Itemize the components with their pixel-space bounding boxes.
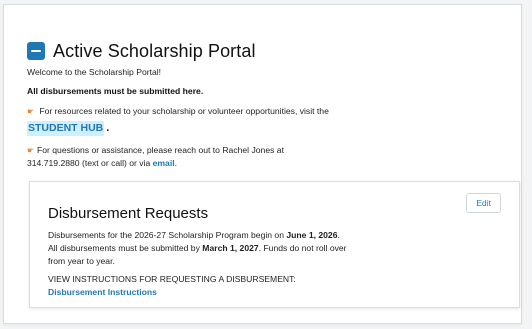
contact-text: For questions or assistance, please reac…	[37, 145, 284, 155]
collapse-minus-icon[interactable]	[27, 42, 45, 60]
scholarship-portal-card: Active Scholarship Portal Welcome to the…	[3, 4, 522, 324]
contact-period: .	[174, 158, 178, 168]
disbursement-description: Disbursements for the 2026-27 Scholarshi…	[48, 229, 348, 268]
disbursement-notice: All disbursements must be submitted here…	[27, 86, 204, 96]
disbursement-instructions-link[interactable]: Disbursement Instructions	[48, 286, 157, 299]
email-link[interactable]: email	[153, 158, 175, 168]
contact-text-2: 314.719.2880 (text or call) or via	[27, 158, 151, 168]
disbursement-deadline: March 1, 2027	[202, 243, 259, 253]
pointing-hand-icon: ☛	[27, 146, 35, 155]
student-hub-link[interactable]: STUDENT HUB	[27, 121, 105, 136]
resource-line: ☛ For resources related to your scholars…	[27, 105, 501, 118]
instructions-heading: VIEW INSTRUCTIONS FOR REQUESTING A DISBU…	[48, 274, 296, 284]
student-hub-row: STUDENT HUB.	[27, 118, 501, 136]
edit-button[interactable]: Edit	[466, 193, 501, 213]
pointing-hand-icon: ☛	[27, 107, 35, 116]
page-frame: Active Scholarship Portal Welcome to the…	[0, 0, 532, 329]
portal-title: Active Scholarship Portal	[53, 41, 256, 61]
disbursement-body-1: Disbursements for the 2026-27 Scholarshi…	[48, 230, 287, 240]
portal-title-row: Active Scholarship Portal	[27, 38, 501, 64]
resource-text: For resources related to your scholarshi…	[39, 106, 329, 116]
welcome-text: Welcome to the Scholarship Portal!	[27, 67, 162, 77]
portal-content: Active Scholarship Portal Welcome to the…	[27, 38, 501, 170]
disbursement-requests-card: Edit Disbursement Requests Disbursements…	[29, 181, 520, 308]
disbursement-begin-date: June 1, 2026	[286, 230, 338, 240]
student-hub-period: .	[106, 122, 110, 134]
disbursement-title: Disbursement Requests	[48, 205, 209, 222]
contact-line: ☛ For questions or assistance, please rea…	[27, 144, 501, 170]
